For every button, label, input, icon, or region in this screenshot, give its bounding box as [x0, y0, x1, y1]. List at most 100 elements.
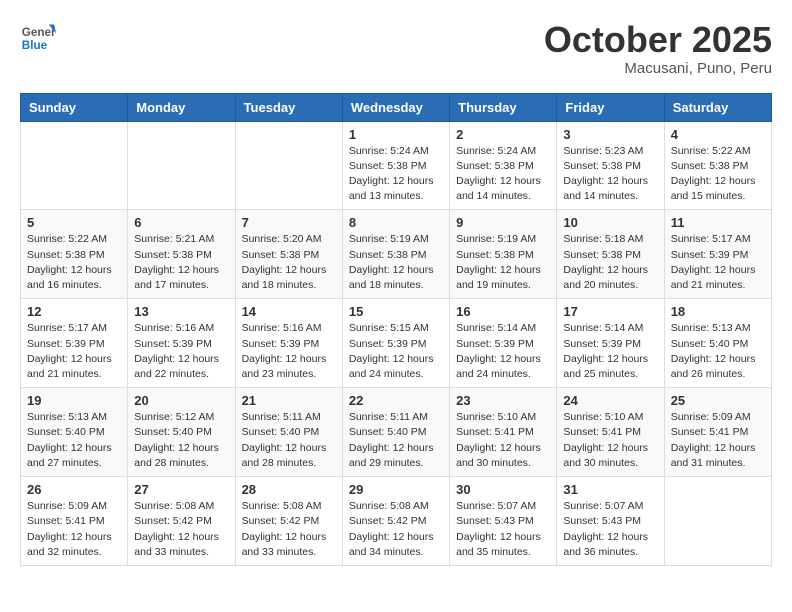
page-header: General Blue October 2025 Macusani, Puno… [20, 20, 772, 77]
day-info: Sunrise: 5:08 AM Sunset: 5:42 PM Dayligh… [349, 499, 443, 560]
day-number: 7 [242, 215, 336, 230]
day-number: 15 [349, 304, 443, 319]
day-number: 1 [349, 127, 443, 142]
day-number: 30 [456, 482, 550, 497]
day-number: 10 [563, 215, 657, 230]
calendar-cell: 26 Sunrise: 5:09 AM Sunset: 5:41 PM Dayli… [21, 477, 128, 566]
calendar-cell: 3Sunrise: 5:23 AM Sunset: 5:38 PM Daylig… [557, 121, 664, 210]
calendar-cell: 31Sunrise: 5:07 AM Sunset: 5:43 PM Dayli… [557, 477, 664, 566]
calendar-cell: 8 Sunrise: 5:19 AM Sunset: 5:38 PM Daylig… [342, 210, 449, 299]
day-info: Sunrise: 5:13 AM Sunset: 5:40 PM Dayligh… [27, 410, 121, 471]
calendar-table: SundayMondayTuesdayWednesdayThursdayFrid… [20, 93, 772, 566]
day-of-week-header: Saturday [664, 93, 771, 121]
day-info: Sunrise: 5:09 AM Sunset: 5:41 PM Dayligh… [27, 499, 121, 560]
day-number: 16 [456, 304, 550, 319]
calendar-cell: 19 Sunrise: 5:13 AM Sunset: 5:40 PM Dayli… [21, 388, 128, 477]
day-number: 8 [349, 215, 443, 230]
calendar-cell: 20 Sunrise: 5:12 AM Sunset: 5:40 PM Dayli… [128, 388, 235, 477]
calendar-cell: 28 Sunrise: 5:08 AM Sunset: 5:42 PM Dayli… [235, 477, 342, 566]
day-number: 22 [349, 393, 443, 408]
day-number: 9 [456, 215, 550, 230]
calendar-cell: 29 Sunrise: 5:08 AM Sunset: 5:42 PM Dayli… [342, 477, 449, 566]
day-of-week-header: Friday [557, 93, 664, 121]
calendar-cell: 5 Sunrise: 5:22 AM Sunset: 5:38 PM Daylig… [21, 210, 128, 299]
title-block: October 2025 Macusani, Puno, Peru [544, 20, 772, 77]
day-number: 20 [134, 393, 228, 408]
day-number: 14 [242, 304, 336, 319]
day-number: 5 [27, 215, 121, 230]
day-number: 2 [456, 127, 550, 142]
day-info: Sunrise: 5:16 AM Sunset: 5:39 PM Dayligh… [134, 321, 228, 382]
day-info: Sunrise: 5:22 AM Sunset: 5:38 PM Dayligh… [27, 232, 121, 293]
calendar-header-row: SundayMondayTuesdayWednesdayThursdayFrid… [21, 93, 772, 121]
month-title: October 2025 [544, 20, 772, 60]
day-number: 28 [242, 482, 336, 497]
calendar-cell: 13 Sunrise: 5:16 AM Sunset: 5:39 PM Dayli… [128, 299, 235, 388]
calendar-cell: 2 Sunrise: 5:24 AM Sunset: 5:38 PM Daylig… [450, 121, 557, 210]
day-info: Sunrise: 5:14 AM Sunset: 5:39 PM Dayligh… [563, 321, 657, 382]
day-number: 4 [671, 127, 765, 142]
calendar-cell [664, 477, 771, 566]
day-of-week-header: Wednesday [342, 93, 449, 121]
day-number: 23 [456, 393, 550, 408]
calendar-cell: 4 Sunrise: 5:22 AM Sunset: 5:38 PM Daylig… [664, 121, 771, 210]
day-info: Sunrise: 5:19 AM Sunset: 5:38 PM Dayligh… [349, 232, 443, 293]
day-info: Sunrise: 5:07 AM Sunset: 5:43 PM Dayligh… [456, 499, 550, 560]
day-info: Sunrise: 5:10 AM Sunset: 5:41 PM Dayligh… [563, 410, 657, 471]
calendar-week-row: 12 Sunrise: 5:17 AM Sunset: 5:39 PM Dayli… [21, 299, 772, 388]
day-info: Sunrise: 5:20 AM Sunset: 5:38 PM Dayligh… [242, 232, 336, 293]
calendar-cell: 18 Sunrise: 5:13 AM Sunset: 5:40 PM Dayli… [664, 299, 771, 388]
calendar-cell: 15 Sunrise: 5:15 AM Sunset: 5:39 PM Dayli… [342, 299, 449, 388]
day-number: 3 [563, 127, 657, 142]
day-info: Sunrise: 5:08 AM Sunset: 5:42 PM Dayligh… [242, 499, 336, 560]
day-number: 12 [27, 304, 121, 319]
day-of-week-header: Sunday [21, 93, 128, 121]
day-number: 6 [134, 215, 228, 230]
calendar-cell: 25Sunrise: 5:09 AM Sunset: 5:41 PM Dayli… [664, 388, 771, 477]
day-number: 26 [27, 482, 121, 497]
day-number: 19 [27, 393, 121, 408]
day-number: 11 [671, 215, 765, 230]
day-info: Sunrise: 5:11 AM Sunset: 5:40 PM Dayligh… [349, 410, 443, 471]
calendar-cell: 30 Sunrise: 5:07 AM Sunset: 5:43 PM Dayli… [450, 477, 557, 566]
day-info: Sunrise: 5:24 AM Sunset: 5:38 PM Dayligh… [349, 144, 443, 205]
day-number: 13 [134, 304, 228, 319]
day-info: Sunrise: 5:15 AM Sunset: 5:39 PM Dayligh… [349, 321, 443, 382]
logo: General Blue [20, 20, 56, 56]
day-info: Sunrise: 5:12 AM Sunset: 5:40 PM Dayligh… [134, 410, 228, 471]
calendar-cell: 22 Sunrise: 5:11 AM Sunset: 5:40 PM Dayli… [342, 388, 449, 477]
calendar-cell: 11Sunrise: 5:17 AM Sunset: 5:39 PM Dayli… [664, 210, 771, 299]
calendar-cell: 10Sunrise: 5:18 AM Sunset: 5:38 PM Dayli… [557, 210, 664, 299]
day-info: Sunrise: 5:11 AM Sunset: 5:40 PM Dayligh… [242, 410, 336, 471]
day-number: 27 [134, 482, 228, 497]
svg-text:General: General [22, 26, 56, 39]
calendar-cell: 6 Sunrise: 5:21 AM Sunset: 5:38 PM Daylig… [128, 210, 235, 299]
day-info: Sunrise: 5:17 AM Sunset: 5:39 PM Dayligh… [27, 321, 121, 382]
day-number: 18 [671, 304, 765, 319]
calendar-cell: 21Sunrise: 5:11 AM Sunset: 5:40 PM Dayli… [235, 388, 342, 477]
day-info: Sunrise: 5:22 AM Sunset: 5:38 PM Dayligh… [671, 144, 765, 205]
calendar-cell: 14 Sunrise: 5:16 AM Sunset: 5:39 PM Dayli… [235, 299, 342, 388]
day-info: Sunrise: 5:19 AM Sunset: 5:38 PM Dayligh… [456, 232, 550, 293]
calendar-cell: 1 Sunrise: 5:24 AM Sunset: 5:38 PM Daylig… [342, 121, 449, 210]
calendar-cell: 27 Sunrise: 5:08 AM Sunset: 5:42 PM Dayli… [128, 477, 235, 566]
calendar-cell: 12 Sunrise: 5:17 AM Sunset: 5:39 PM Dayli… [21, 299, 128, 388]
day-info: Sunrise: 5:16 AM Sunset: 5:39 PM Dayligh… [242, 321, 336, 382]
day-of-week-header: Monday [128, 93, 235, 121]
location: Macusani, Puno, Peru [544, 60, 772, 77]
logo-icon: General Blue [20, 20, 56, 56]
day-info: Sunrise: 5:14 AM Sunset: 5:39 PM Dayligh… [456, 321, 550, 382]
calendar-week-row: 19 Sunrise: 5:13 AM Sunset: 5:40 PM Dayli… [21, 388, 772, 477]
day-number: 29 [349, 482, 443, 497]
day-info: Sunrise: 5:07 AM Sunset: 5:43 PM Dayligh… [563, 499, 657, 560]
day-info: Sunrise: 5:24 AM Sunset: 5:38 PM Dayligh… [456, 144, 550, 205]
day-number: 24 [563, 393, 657, 408]
day-info: Sunrise: 5:21 AM Sunset: 5:38 PM Dayligh… [134, 232, 228, 293]
calendar-cell: 16 Sunrise: 5:14 AM Sunset: 5:39 PM Dayli… [450, 299, 557, 388]
day-info: Sunrise: 5:10 AM Sunset: 5:41 PM Dayligh… [456, 410, 550, 471]
day-of-week-header: Tuesday [235, 93, 342, 121]
calendar-cell [21, 121, 128, 210]
day-info: Sunrise: 5:08 AM Sunset: 5:42 PM Dayligh… [134, 499, 228, 560]
calendar-week-row: 5 Sunrise: 5:22 AM Sunset: 5:38 PM Daylig… [21, 210, 772, 299]
day-info: Sunrise: 5:13 AM Sunset: 5:40 PM Dayligh… [671, 321, 765, 382]
